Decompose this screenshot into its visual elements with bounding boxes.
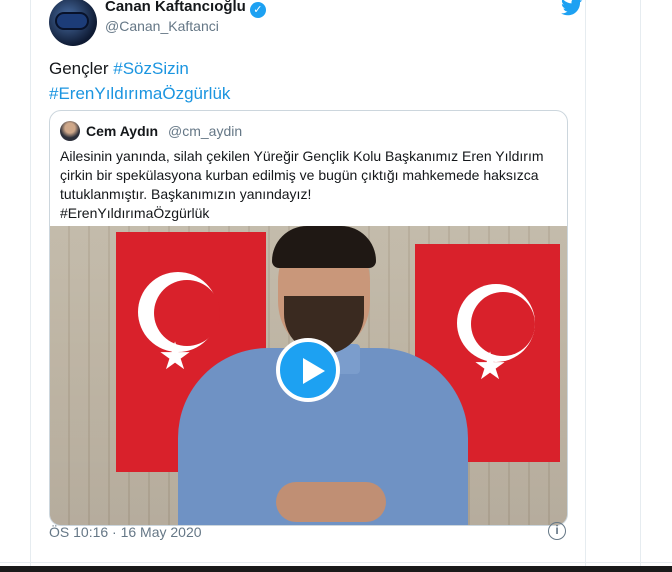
tweet-text: Gençler #SözSizin #ErenYıldırımaÖzgürlük (49, 56, 230, 106)
tweet-text-plain: Gençler (49, 59, 109, 78)
quoted-author-handle[interactable]: @cm_aydin (168, 123, 242, 139)
quoted-tweet[interactable]: Cem Aydın @cm_aydin Ailesinin yanında, s… (49, 110, 568, 526)
quoted-tweet-text: Ailesinin yanında, silah çekilen Yüreğir… (60, 147, 560, 223)
info-icon[interactable]: i (548, 522, 566, 540)
verified-badge-icon: ✓ (249, 2, 266, 18)
tweet-timestamp[interactable]: ÖS 10:16 · 16 May 2020 (49, 524, 202, 540)
author-avatar[interactable] (49, 0, 97, 46)
twitter-bird-icon[interactable] (561, 0, 583, 16)
author-handle[interactable]: @Canan_Kaftanci (105, 18, 219, 34)
author-name-text: Canan Kaftancıoğlu (105, 0, 246, 15)
hashtag-link[interactable]: #ErenYıldırımaÖzgürlük (49, 84, 230, 103)
tweet-header: Canan Kaftancıoğlu ✓ @Canan_Kaftanci (49, 0, 583, 46)
hashtag-link[interactable]: #SözSizin (113, 59, 189, 78)
quoted-text-body: Ailesinin yanında, silah çekilen Yüreğir… (60, 148, 544, 202)
author-name[interactable]: Canan Kaftancıoğlu ✓ (105, 0, 266, 18)
tweet-card: Canan Kaftancıoğlu ✓ @Canan_Kaftanci Genç… (30, 0, 586, 570)
video-player[interactable]: ★ ★ (50, 226, 567, 525)
quoted-author-avatar[interactable] (60, 121, 80, 141)
quoted-author-name[interactable]: Cem Aydın (86, 123, 158, 139)
window-bottom-edge (0, 566, 672, 572)
play-icon[interactable] (276, 338, 340, 402)
quoted-hashtag[interactable]: #ErenYıldırımaÖzgürlük (60, 205, 209, 221)
page-divider (640, 0, 641, 572)
bottom-divider (0, 562, 672, 563)
